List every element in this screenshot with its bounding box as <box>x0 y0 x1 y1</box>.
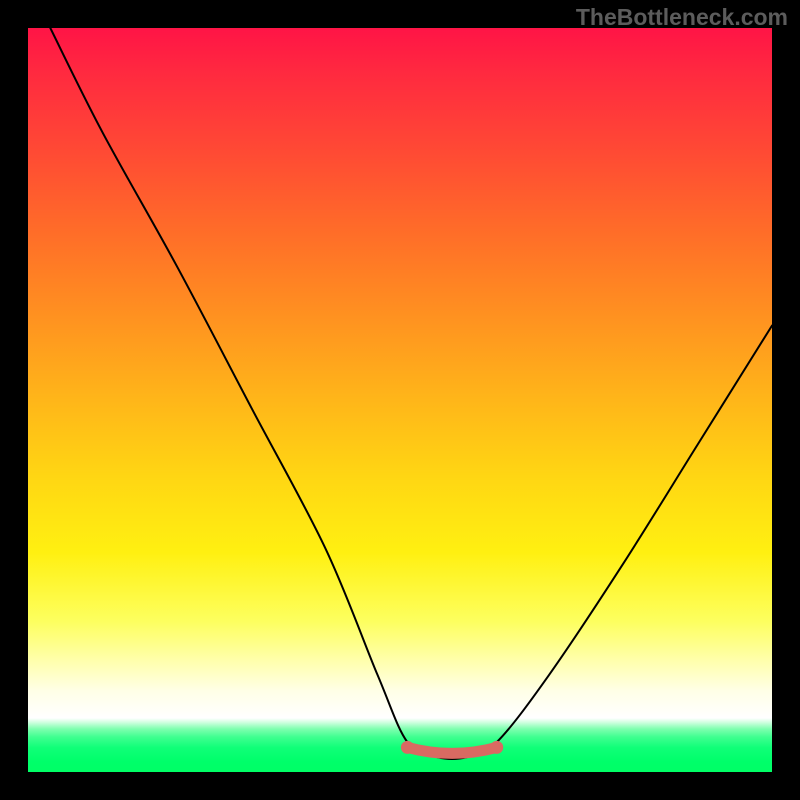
trough-left-dot <box>401 741 414 754</box>
bottleneck-curve-path <box>50 28 772 759</box>
watermark-text: TheBottleneck.com <box>576 4 788 31</box>
trough-highlight-path <box>407 747 496 753</box>
trough-right-dot <box>490 741 503 754</box>
chart-frame: TheBottleneck.com <box>0 0 800 800</box>
plot-area <box>28 28 772 772</box>
curve-svg <box>28 28 772 772</box>
